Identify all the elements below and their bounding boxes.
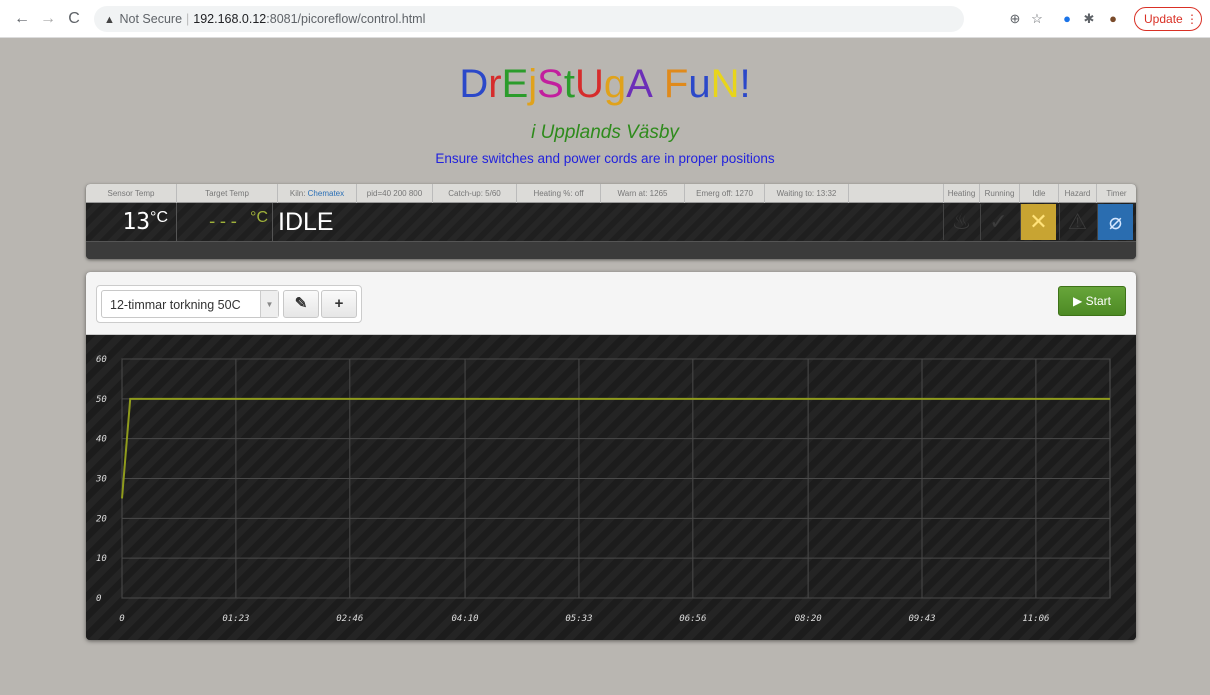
x-tick-label: 05:33 [565, 614, 592, 624]
title-letter: g [603, 62, 627, 106]
reload-icon[interactable]: C [64, 9, 84, 29]
title-letter: j [528, 62, 538, 106]
kiln-label: Kiln: Chematex [278, 184, 357, 203]
x-tick-label: 04:10 [452, 614, 479, 624]
profile-select[interactable]: 12-timmar torkning 50C ▼ [101, 290, 279, 318]
target-temp-label: Target Temp [177, 184, 278, 203]
security-label: Not Secure [119, 12, 183, 26]
pid-label: pid=40 200 800 [357, 184, 433, 203]
bookmark-star-icon[interactable]: ☆ [1028, 10, 1046, 28]
x-tick-label: 08:20 [795, 614, 822, 624]
browser-toolbar: ← → C ▲ Not Secure | 192.168.0.12:8081/pic… [0, 0, 1210, 38]
target-temp-value: --- °C [177, 203, 273, 241]
status-panel: Sensor Temp Target Temp Kiln: Chematex p… [86, 184, 1136, 259]
status-footer [86, 241, 1136, 259]
kiln-state: IDLE [278, 208, 334, 236]
x-tick-label: 06:56 [679, 614, 706, 624]
x-tick-label: 01:23 [222, 614, 249, 624]
profile-chart: 0 10 20 30 40 50 60 0 01:23 02:46 04:10 05:33 06:56 0… [86, 335, 1136, 640]
heating-flame-icon: ♨ [943, 204, 979, 240]
profile-panel: 12-timmar torkning 50C ▼ ✎ + ▶ Start 0 10… [86, 272, 1136, 640]
y-tick-label: 20 [96, 514, 107, 524]
title-letter: r [488, 62, 502, 106]
x-tick-label: 09:43 [908, 614, 935, 624]
start-button[interactable]: ▶ Start [1058, 286, 1126, 316]
warning-icon: ▲ [104, 14, 115, 26]
sensor-temp-label: Sensor Temp [86, 184, 177, 203]
url-host: 192.168.0.12 [193, 12, 267, 26]
title-letter: u [688, 62, 711, 106]
status-values-row: 13°C --- °C IDLE ♨ ✓ ✕ ⚠ ⌀ [86, 203, 1136, 241]
y-tick-label: 60 [96, 355, 107, 365]
title-letter: F [663, 62, 689, 106]
add-profile-button[interactable]: + [321, 290, 357, 318]
hazard-label: Hazard [1059, 184, 1097, 203]
edit-icon: ✎ [294, 295, 308, 312]
url-path: :8081/picoreflow/control.html [266, 12, 426, 26]
zoom-icon[interactable]: ⊕ [1006, 10, 1024, 28]
y-tick-label: 30 [95, 475, 107, 485]
idle-cross-icon: ✕ [1020, 204, 1056, 240]
timer-empty-icon: ⌀ [1097, 204, 1133, 240]
title-letter: A [626, 62, 653, 106]
x-tick-label: 11:06 [1022, 614, 1049, 624]
status-labels-row: Sensor Temp Target Temp Kiln: Chematex p… [86, 184, 1136, 203]
waiting-label: Waiting to: 13:32 [765, 184, 849, 203]
chevron-down-icon[interactable]: ▼ [260, 291, 278, 317]
title-letter: t [563, 62, 575, 106]
y-tick-label: 0 [96, 594, 101, 604]
title-letter: S [537, 62, 564, 106]
extensions-puzzle-icon[interactable]: ✱ [1080, 10, 1098, 28]
update-button[interactable]: Update ⋮ [1134, 7, 1202, 31]
safety-notice: Ensure switches and power cords are in p… [435, 151, 775, 166]
address-bar[interactable]: ▲ Not Secure | 192.168.0.12:8081/picoreflo… [94, 6, 964, 32]
hazard-warning-icon: ⚠ [1059, 204, 1095, 240]
title-letter: D [459, 62, 489, 106]
warn-label: Warn at: 1265 [601, 184, 685, 203]
profile-chart-svg: 0 10 20 30 40 50 60 0 01:23 02:46 04:10 05:33 06:56 0… [95, 355, 1111, 624]
title-letter: N [710, 62, 740, 106]
x-tick-label: 0 [119, 614, 124, 624]
page-title: DrEjStUgA FuN! [0, 62, 1210, 107]
running-label: Running [980, 184, 1020, 203]
back-arrow-icon[interactable]: ← [12, 9, 32, 29]
extension-icon[interactable]: ● [1058, 10, 1076, 28]
plus-icon: + [334, 295, 344, 312]
forward-arrow-icon[interactable]: → [38, 9, 58, 29]
profile-series-line [121, 397, 1110, 499]
edit-profile-button[interactable]: ✎ [283, 290, 319, 318]
title-letter: U [574, 62, 604, 106]
y-tick-label: 40 [96, 435, 107, 445]
running-check-icon: ✓ [980, 204, 1016, 240]
title-letter [653, 62, 664, 107]
y-tick-label: 10 [96, 554, 107, 564]
page-subtitle: i Upplands Väsby [531, 122, 679, 143]
emerg-label: Emerg off: 1270 [685, 184, 765, 203]
avatar[interactable]: ● [1104, 10, 1122, 28]
heating-label: Heating [943, 184, 980, 203]
heating-percent-label: Heating %: off [517, 184, 601, 203]
title-letter: E [501, 62, 529, 106]
title-letter: ! [739, 62, 751, 106]
profile-toolbar: 12-timmar torkning 50C ▼ ✎ + ▶ Start [86, 272, 1136, 335]
kiln-link[interactable]: Chematex [308, 189, 344, 198]
catchup-label: Catch-up: 5/60 [433, 184, 517, 203]
y-tick-label: 50 [96, 395, 107, 405]
x-tick-label: 02:46 [336, 614, 363, 624]
idle-label: Idle [1020, 184, 1059, 203]
profile-controls: 12-timmar torkning 50C ▼ ✎ + [96, 285, 362, 323]
sensor-temp-value: 13°C [86, 203, 177, 241]
timer-label: Timer [1106, 189, 1127, 198]
